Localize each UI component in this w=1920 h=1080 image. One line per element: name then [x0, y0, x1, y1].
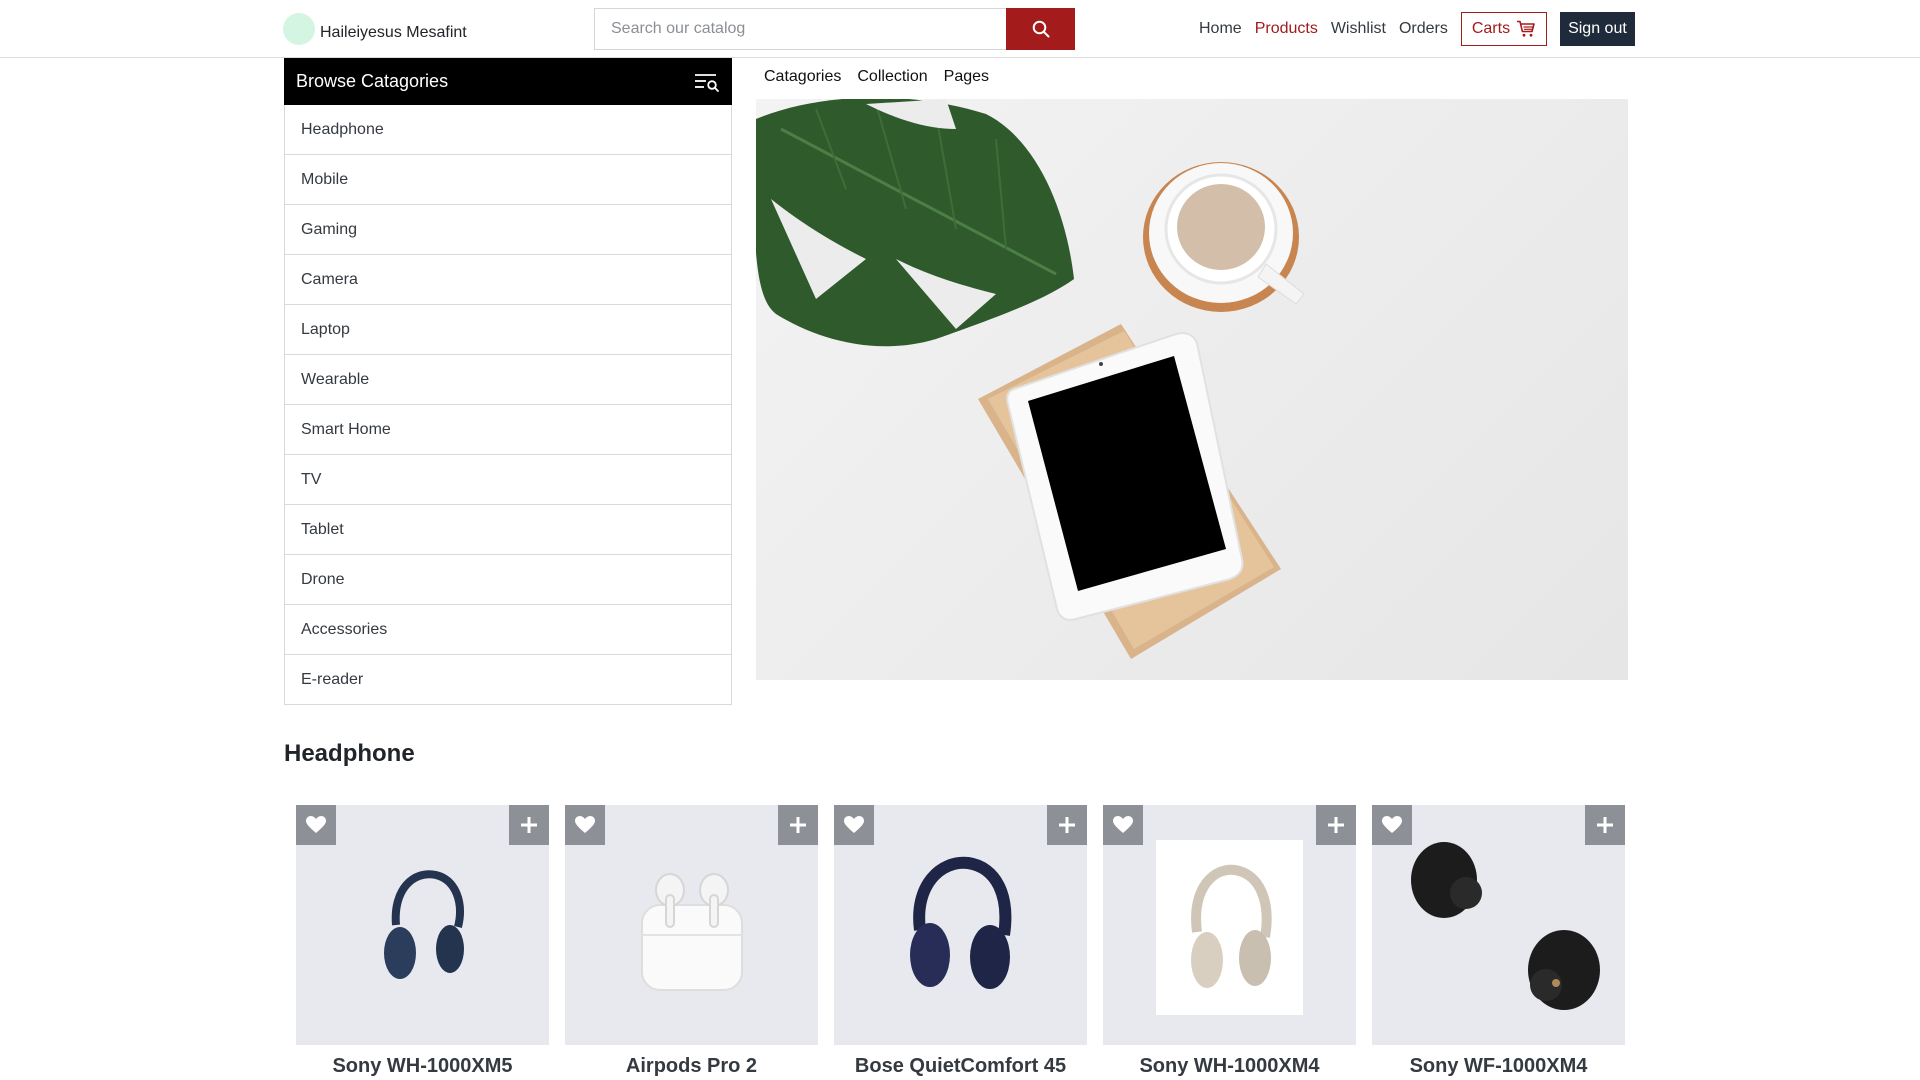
product-image: [834, 805, 1087, 1045]
product-card[interactable]: Airpods Pro 2: [565, 805, 818, 1080]
sidebar-item-label: Smart Home: [301, 420, 391, 438]
plus-icon: [1328, 817, 1344, 833]
section-title: Headphone: [284, 740, 415, 767]
sidebar-item-wearable[interactable]: Wearable: [284, 355, 732, 405]
product-image: [1372, 805, 1625, 1045]
hero-banner-image: [756, 99, 1628, 680]
search-button[interactable]: [1006, 8, 1075, 50]
brand-name: Haileiyesus Mesafint: [320, 23, 467, 41]
sidebar-item-label: Gaming: [301, 220, 358, 238]
coffee-cup: [1143, 162, 1305, 312]
plus-icon: [1059, 817, 1075, 833]
product-card[interactable]: Sony WF-1000XM4: [1372, 805, 1625, 1080]
product-title[interactable]: Airpods Pro 2: [565, 1055, 818, 1078]
heart-icon: [1382, 816, 1402, 833]
brand[interactable]: Haileiyesus Mesafint: [283, 13, 467, 45]
add-to-cart-button[interactable]: [509, 805, 549, 845]
category-sidebar: Browse Catagories Headphone Mobile Gamin…: [284, 58, 732, 705]
product-card[interactable]: Sony WH-1000XM5: [296, 805, 549, 1080]
sign-out-button[interactable]: Sign out: [1560, 12, 1635, 46]
subnav-link-pages[interactable]: Pages: [944, 68, 989, 86]
search-icon: [1032, 20, 1049, 38]
add-to-cart-button[interactable]: [1585, 805, 1625, 845]
product-card[interactable]: Bose QuietComfort 45: [834, 805, 1087, 1080]
product-list: Sony WH-1000XM5 Airpods Pro 2 Bose Quiet…: [296, 805, 1641, 1080]
cart-button[interactable]: Carts: [1460, 12, 1548, 46]
nav-link-products[interactable]: Products: [1255, 20, 1318, 38]
subnav-link-categories[interactable]: Catagories: [764, 68, 841, 86]
sidebar-item-drone[interactable]: Drone: [284, 555, 732, 605]
sidebar-item-accessories[interactable]: Accessories: [284, 605, 732, 655]
heart-icon: [306, 816, 326, 833]
heart-icon: [1113, 816, 1133, 833]
wishlist-button[interactable]: [296, 805, 336, 845]
product-card[interactable]: Sony WH-1000XM4: [1103, 805, 1356, 1080]
sidebar-item-label: Accessories: [301, 620, 388, 638]
heart-icon: [575, 816, 595, 833]
sidebar-item-headphone[interactable]: Headphone: [284, 105, 732, 155]
sidebar-item-smart-home[interactable]: Smart Home: [284, 405, 732, 455]
product-photo-frame: [1156, 839, 1303, 1015]
product-title[interactable]: Sony WH-1000XM4: [1103, 1055, 1356, 1078]
sidebar-item-label: TV: [301, 470, 322, 488]
sidebar-item-camera[interactable]: Camera: [284, 255, 732, 305]
sidebar-item-label: Mobile: [301, 170, 349, 188]
plus-icon: [790, 817, 806, 833]
nav-link-orders[interactable]: Orders: [1399, 20, 1448, 38]
product-image: [565, 805, 818, 1045]
top-navbar: Haileiyesus Mesafint Home Products Wishl…: [0, 0, 1920, 58]
secondary-nav: Catagories Collection Pages: [764, 68, 1005, 86]
wishlist-button[interactable]: [1103, 805, 1143, 845]
nav-link-home[interactable]: Home: [1199, 20, 1242, 38]
headphones-image: [909, 856, 1011, 989]
earbuds-case-image: [640, 873, 743, 991]
sidebar-item-label: Drone: [301, 570, 345, 588]
plus-icon: [1597, 817, 1613, 833]
avatar: [283, 13, 315, 45]
sidebar-header: Browse Catagories: [284, 58, 732, 105]
sidebar-item-e-reader[interactable]: E-reader: [284, 655, 732, 705]
add-to-cart-button[interactable]: [1316, 805, 1356, 845]
wishlist-button[interactable]: [565, 805, 605, 845]
monstera-leaf: [756, 99, 1074, 347]
hero-illustration: [756, 99, 1305, 659]
search-bar: [594, 8, 1075, 50]
main-nav: Home Products Wishlist Orders Carts Sign…: [1199, 12, 1635, 46]
wishlist-button[interactable]: [1372, 805, 1412, 845]
sidebar-item-label: E-reader: [301, 670, 364, 688]
product-title[interactable]: Sony WF-1000XM4: [1372, 1055, 1625, 1078]
headphones-image: [383, 870, 464, 979]
sidebar-item-label: Camera: [301, 270, 358, 288]
product-title[interactable]: Bose QuietComfort 45: [834, 1055, 1087, 1078]
earbuds-image: [1410, 842, 1600, 1010]
heart-icon: [844, 816, 864, 833]
add-to-cart-button[interactable]: [778, 805, 818, 845]
plus-icon: [521, 817, 537, 833]
sidebar-item-mobile[interactable]: Mobile: [284, 155, 732, 205]
sidebar-item-laptop[interactable]: Laptop: [284, 305, 732, 355]
add-to-cart-button[interactable]: [1047, 805, 1087, 845]
search-input[interactable]: [594, 8, 1006, 50]
filter-search-icon[interactable]: [694, 71, 720, 93]
sidebar-item-label: Headphone: [301, 120, 384, 138]
sidebar-item-label: Tablet: [301, 520, 344, 538]
sidebar-item-label: Wearable: [301, 370, 370, 388]
sidebar-item-label: Laptop: [301, 320, 350, 338]
product-image: [1103, 805, 1356, 1045]
subnav-link-collection[interactable]: Collection: [857, 68, 927, 86]
nav-link-wishlist[interactable]: Wishlist: [1331, 20, 1386, 38]
sidebar-item-gaming[interactable]: Gaming: [284, 205, 732, 255]
product-title[interactable]: Sony WH-1000XM5: [296, 1055, 549, 1078]
cart-label: Carts: [1471, 20, 1511, 37]
product-image: [296, 805, 549, 1045]
headphones-image: [1190, 864, 1272, 988]
sidebar-item-tablet[interactable]: Tablet: [284, 505, 732, 555]
sidebar-item-tv[interactable]: TV: [284, 455, 732, 505]
sidebar-title: Browse Catagories: [296, 71, 449, 91]
cart-icon: [1517, 20, 1535, 37]
wishlist-button[interactable]: [834, 805, 874, 845]
